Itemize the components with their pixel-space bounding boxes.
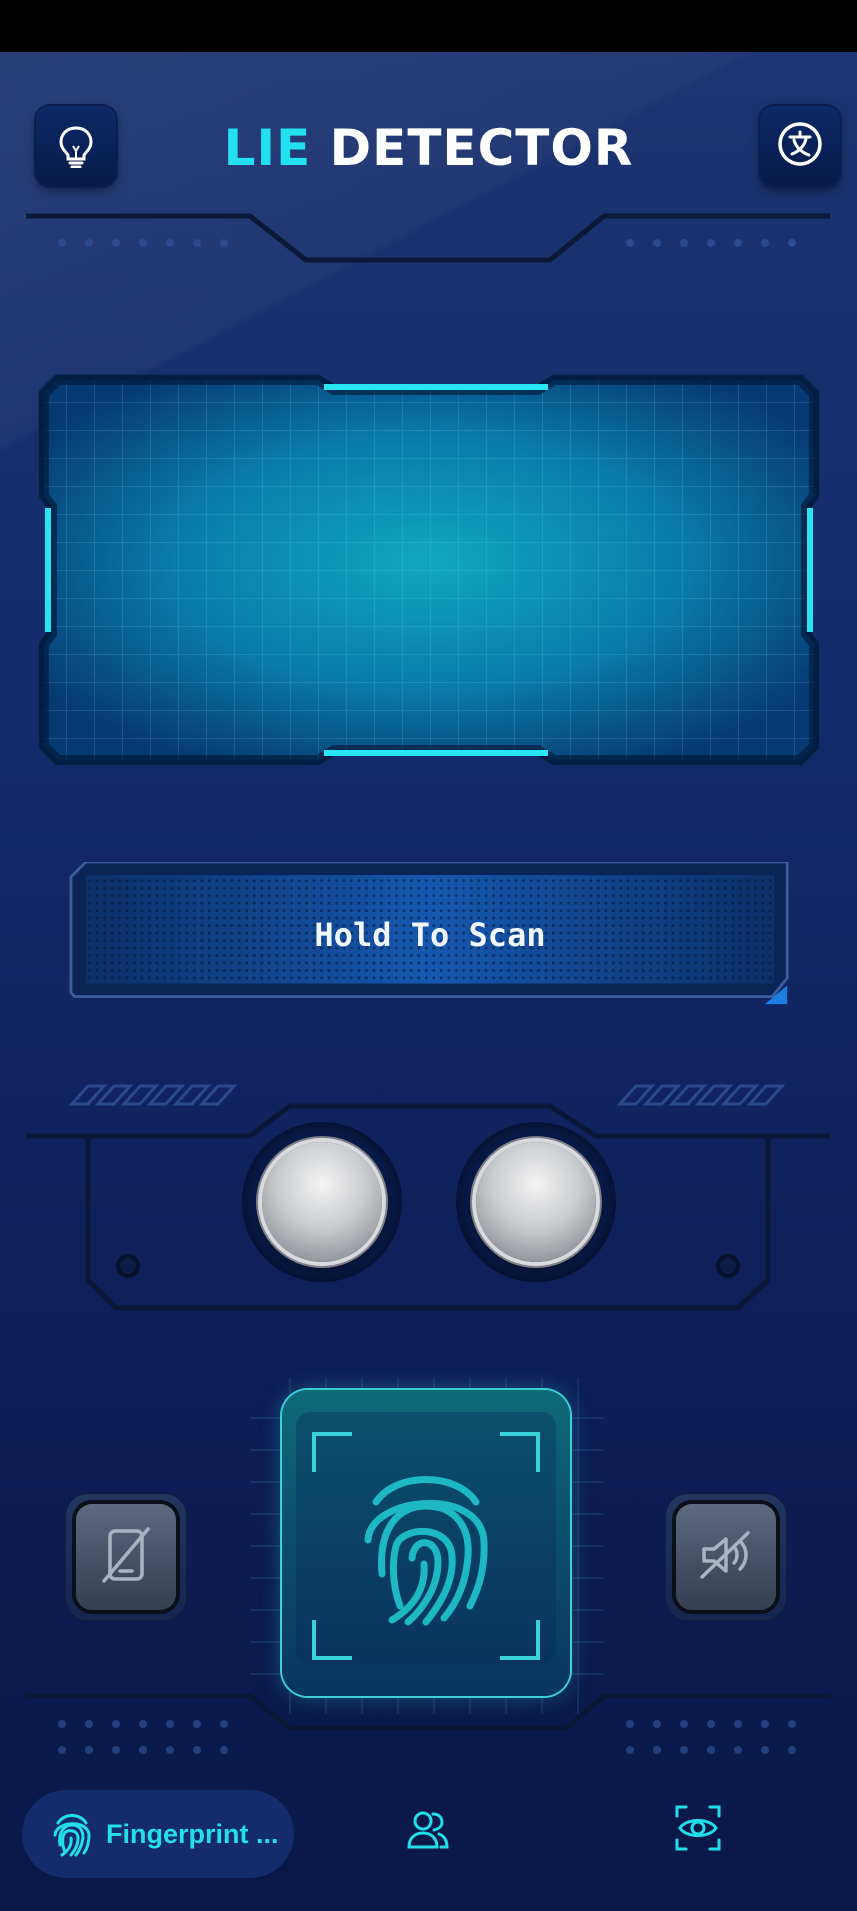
truth-light	[262, 1142, 382, 1262]
screen-toggle-face	[76, 1504, 176, 1610]
fingerprint-icon	[52, 1811, 92, 1857]
lie-light	[476, 1142, 596, 1262]
status-bar	[0, 0, 857, 52]
nav-item-fingerprint-label: Fingerprint ...	[106, 1818, 279, 1849]
language-button[interactable]	[760, 106, 840, 186]
header-divider	[26, 213, 830, 263]
screen-off-icon	[100, 1525, 152, 1590]
indicator-housing	[26, 1084, 830, 1311]
sound-toggle-button[interactable]	[666, 1494, 786, 1620]
tips-button[interactable]	[36, 106, 116, 186]
nav-item-eye-scan[interactable]	[674, 1804, 722, 1857]
sound-off-icon	[696, 1527, 756, 1588]
translate-icon	[776, 120, 824, 173]
lightbulb-icon	[56, 124, 96, 173]
fingerprint-icon	[360, 1466, 492, 1633]
fingerprint-scanner-button[interactable]	[282, 1390, 570, 1696]
app-title-part2: DETECTOR	[329, 119, 634, 177]
users-icon	[406, 1809, 450, 1856]
sound-toggle-face	[676, 1504, 776, 1610]
hold-to-scan-label: Hold To Scan	[314, 916, 546, 954]
truth-indicator	[242, 1122, 402, 1282]
lie-indicator	[456, 1122, 616, 1282]
app-title-part1: LIE	[223, 119, 312, 177]
screen-toggle-button[interactable]	[66, 1494, 186, 1620]
nav-item-users[interactable]	[404, 1808, 452, 1856]
app-title: LIE DETECTOR	[140, 118, 717, 178]
nav-item-fingerprint[interactable]: Fingerprint ...	[22, 1790, 294, 1878]
scan-result-screen	[38, 374, 820, 766]
eye-scan-icon	[674, 1804, 722, 1857]
bottom-divider	[26, 1693, 830, 1754]
